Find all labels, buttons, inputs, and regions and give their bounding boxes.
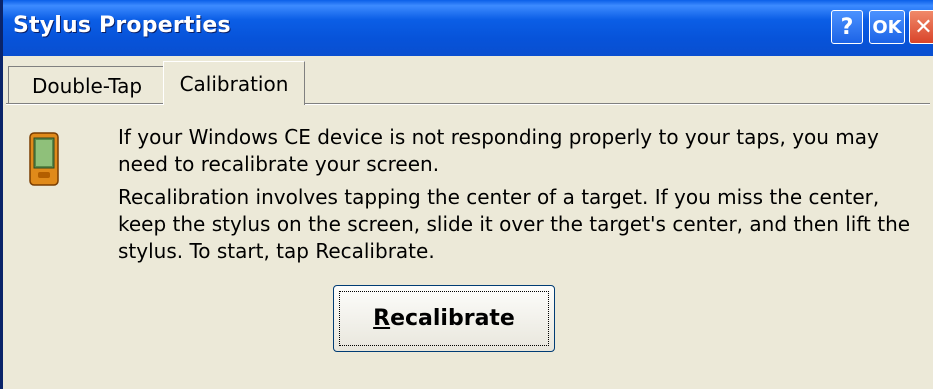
recalibrate-button-label: Recalibrate xyxy=(373,306,515,331)
calibration-intro-text: If your Windows CE device is not respond… xyxy=(118,125,879,176)
recalibrate-button[interactable]: Recalibrate xyxy=(333,285,555,352)
stylus-properties-window: Stylus Properties ? OK ✕ Double-Tap Cali… xyxy=(0,0,933,389)
pda-device-icon xyxy=(29,132,59,186)
title-bar[interactable]: Stylus Properties ? OK ✕ xyxy=(3,0,933,56)
button-label-rest: ecalibrate xyxy=(390,306,515,331)
calibration-panel: If your Windows CE device is not respond… xyxy=(6,103,930,389)
button-mnemonic: R xyxy=(373,306,391,331)
calibration-instructions-text: Recalibration involves tapping the cente… xyxy=(118,185,911,263)
tab-double-tap[interactable]: Double-Tap xyxy=(8,66,166,104)
tab-strip: Double-Tap Calibration xyxy=(3,60,933,105)
ok-button[interactable]: OK xyxy=(869,10,905,44)
panel-highlight xyxy=(6,104,930,105)
tab-calibration[interactable]: Calibration xyxy=(163,61,305,105)
window-title: Stylus Properties xyxy=(13,13,231,38)
close-button[interactable]: ✕ xyxy=(909,10,933,44)
help-button[interactable]: ? xyxy=(831,10,863,44)
